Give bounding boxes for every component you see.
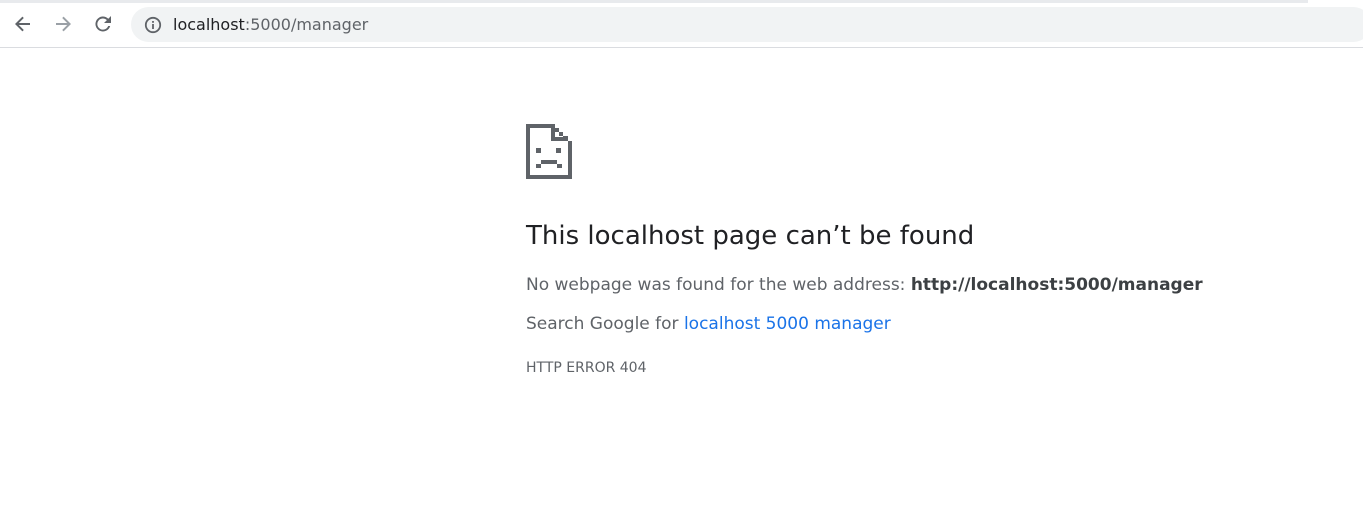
back-button[interactable] [9,10,37,38]
browser-toolbar: localhost:5000/manager [0,0,1363,48]
search-google-link[interactable]: localhost 5000 manager [684,314,891,334]
error-code: HTTP ERROR 404 [526,360,647,376]
error-content: This localhost page can’t be found No we… [526,124,1226,377]
error-url: http://localhost:5000/manager [910,275,1203,295]
error-description-text: No webpage was found for the web address… [526,275,911,295]
arrow-left-icon [15,16,30,32]
error-title: This localhost page can’t be found [526,221,975,251]
tab-strip-edge [0,0,1308,3]
url-path: :5000/manager [244,15,369,34]
forward-button[interactable] [49,10,77,38]
reload-button[interactable] [89,10,117,38]
address-bar[interactable]: localhost:5000/manager [131,7,1363,42]
arrow-right-icon [56,16,71,32]
info-circle-icon[interactable] [144,16,162,34]
error-description: No webpage was found for the web address… [526,274,1226,296]
sad-page-icon [526,124,572,179]
search-suggestion-text: Search Google for [526,314,684,334]
address-bar-url[interactable]: localhost:5000/manager [173,15,368,34]
search-suggestion: Search Google for localhost 5000 manager [526,313,1226,335]
reload-icon [95,16,111,32]
url-host: localhost [173,15,245,34]
